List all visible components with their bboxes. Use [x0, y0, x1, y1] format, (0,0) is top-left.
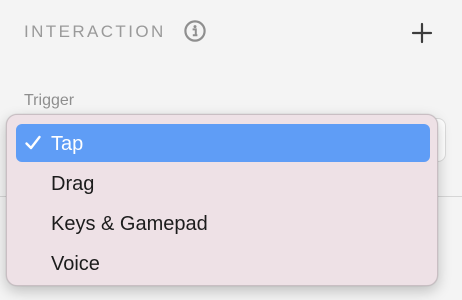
trigger-dropdown-menu: Tap Drag Keys & Gamepad Voice [6, 114, 438, 286]
interaction-section-header: INTERACTION [0, 0, 462, 70]
menu-item-tap[interactable]: Tap [16, 124, 430, 162]
menu-item-label: Keys & Gamepad [51, 213, 208, 235]
menu-item-voice[interactable]: Voice [16, 244, 430, 282]
menu-item-label: Voice [51, 253, 100, 275]
info-circle-icon[interactable] [184, 20, 206, 42]
menu-item-label: Drag [51, 173, 95, 195]
menu-item-keys-gamepad[interactable]: Keys & Gamepad [16, 204, 430, 242]
menu-item-drag[interactable]: Drag [16, 164, 430, 202]
trigger-label: Trigger [24, 92, 75, 109]
section-title: INTERACTION [24, 22, 166, 41]
checkmark-icon [24, 134, 42, 152]
plus-icon[interactable] [410, 21, 434, 45]
menu-item-label: Tap [51, 133, 84, 155]
